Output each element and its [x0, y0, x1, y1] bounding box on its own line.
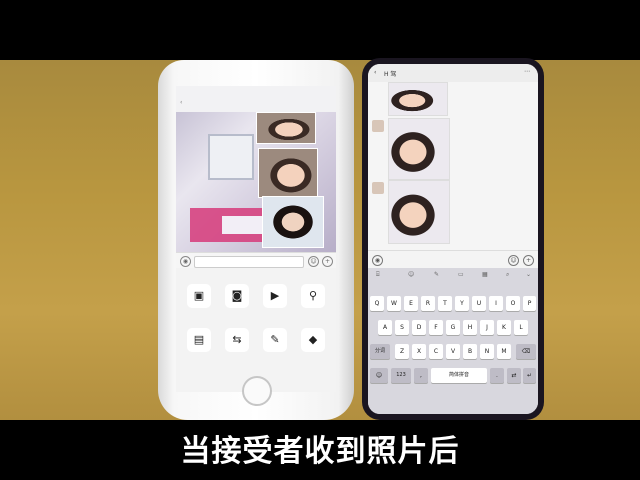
key[interactable]: N	[480, 344, 494, 359]
key[interactable]: T	[438, 296, 452, 311]
key[interactable]: O	[506, 296, 520, 311]
panel-tile[interactable]: ▤	[186, 328, 212, 354]
key[interactable]: I	[489, 296, 503, 311]
emoji-icon[interactable]: ☺	[308, 256, 319, 267]
photo-scene: ‹ ◉ ☺ + ▣ ◙ ▶ ⚲ ▤ ⇆ ✎ ◆ ‹ H 驾 ⋯ ◉ ☺ + ⌸ …	[0, 0, 640, 480]
plus-icon[interactable]: +	[322, 256, 333, 267]
video-call-icon: ▶	[263, 284, 287, 308]
camera-icon: ◙	[225, 284, 249, 308]
message-input[interactable]	[194, 256, 304, 268]
key[interactable]: D	[412, 320, 426, 335]
key[interactable]: A	[378, 320, 392, 335]
plus-icon[interactable]: +	[523, 255, 534, 266]
key[interactable]: Y	[455, 296, 469, 311]
kiosk-image	[208, 134, 254, 180]
enter-key[interactable]: ↵	[523, 368, 536, 383]
left-phone: ‹ ◉ ☺ + ▣ ◙ ▶ ⚲ ▤ ⇆ ✎ ◆	[158, 60, 354, 420]
key[interactable]: M	[497, 344, 511, 359]
woman-video-thumb[interactable]	[262, 196, 324, 248]
chat-title: H 驾	[384, 71, 397, 78]
language-key[interactable]: ⇄	[507, 368, 521, 383]
symbols-key[interactable]: ☺	[370, 368, 388, 383]
panel-tile[interactable]: ▣	[186, 284, 212, 310]
more-panel: ▣ ◙ ▶ ⚲ ▤ ⇆ ✎ ◆	[176, 268, 336, 392]
photo-icon: ▣	[187, 284, 211, 308]
menu-icon[interactable]: ⌸	[376, 271, 380, 279]
letterbox-top	[0, 0, 640, 60]
panel-tile[interactable]: ⚲	[300, 284, 326, 310]
location-icon: ⚲	[301, 284, 325, 308]
favorites-icon: ◆	[301, 328, 325, 352]
key[interactable]: W	[387, 296, 401, 311]
voice-input-icon: ✎	[263, 328, 287, 352]
key[interactable]: C	[429, 344, 443, 359]
clipboard-icon[interactable]: ▭	[458, 271, 464, 278]
numbers-key[interactable]: 123	[391, 368, 411, 383]
key[interactable]: Z	[395, 344, 409, 359]
comma-key[interactable]: ,	[414, 368, 428, 383]
wallet-icon: ▤	[187, 328, 211, 352]
key[interactable]: G	[446, 320, 460, 335]
more-icon[interactable]: ⋯	[524, 68, 530, 75]
right-phone: ‹ H 驾 ⋯ ◉ ☺ + ⌸ ☺ ✎ ▭ ▦ ⌕ ⌄ Q W E R T Y …	[362, 58, 544, 420]
voice-icon[interactable]: ◉	[180, 256, 191, 267]
key[interactable]: F	[429, 320, 443, 335]
key[interactable]: H	[463, 320, 477, 335]
key[interactable]: S	[395, 320, 409, 335]
input-bar: ◉ ☺ +	[176, 252, 336, 269]
chat-header: ‹	[176, 98, 336, 110]
input-bar: ◉ ☺ +	[368, 250, 538, 269]
transfer-icon: ⇆	[225, 328, 249, 352]
key[interactable]: Q	[370, 296, 384, 311]
panel-tile[interactable]: ✎	[262, 328, 288, 354]
panel-tile[interactable]: ⇆	[224, 328, 250, 354]
key[interactable]: P	[523, 296, 536, 311]
right-phone-screen: ‹ H 驾 ⋯ ◉ ☺ + ⌸ ☺ ✎ ▭ ▦ ⌕ ⌄ Q W E R T Y …	[368, 64, 538, 414]
emoji-icon[interactable]: ☺	[408, 271, 414, 278]
video-subtitle: 当接受者收到照片后	[180, 434, 460, 469]
backspace-key[interactable]: ⌫	[516, 344, 536, 359]
key[interactable]: V	[446, 344, 460, 359]
keyboard-toolbar: ⌸ ☺ ✎ ▭ ▦ ⌕ ⌄	[368, 268, 538, 282]
back-icon[interactable]: ‹	[180, 99, 182, 106]
baby-photo-thumb[interactable]	[256, 112, 316, 144]
baby-photo-message[interactable]	[388, 180, 450, 244]
panel-tile[interactable]: ◙	[224, 284, 250, 310]
white-panel-image	[222, 216, 264, 234]
emoji-icon[interactable]: ☺	[508, 255, 519, 266]
key[interactable]: L	[514, 320, 528, 335]
baby-photo-message[interactable]	[388, 118, 450, 180]
key[interactable]: X	[412, 344, 426, 359]
chat-area	[176, 112, 336, 252]
grid-icon[interactable]: ▦	[482, 271, 488, 278]
key[interactable]: U	[472, 296, 486, 311]
baby-photo-message[interactable]	[388, 82, 448, 116]
left-phone-screen: ‹ ◉ ☺ + ▣ ◙ ▶ ⚲ ▤ ⇆ ✎ ◆	[176, 86, 336, 392]
search-icon[interactable]: ⌕	[506, 271, 509, 279]
collapse-icon[interactable]: ⌄	[526, 271, 531, 278]
key[interactable]: R	[421, 296, 435, 311]
panel-tile[interactable]: ▶	[262, 284, 288, 310]
key[interactable]: B	[463, 344, 477, 359]
space-key[interactable]: 简体拼音	[431, 368, 487, 383]
edit-icon[interactable]: ✎	[434, 271, 439, 278]
shift-key[interactable]: 分词	[370, 344, 390, 359]
back-icon[interactable]: ‹	[374, 69, 376, 76]
status-bar	[180, 88, 332, 98]
chat-header: ‹ H 驾 ⋯	[368, 64, 538, 82]
key[interactable]: J	[480, 320, 494, 335]
avatar[interactable]	[372, 182, 384, 194]
period-key[interactable]: .	[490, 368, 504, 383]
key[interactable]: E	[404, 296, 418, 311]
avatar[interactable]	[372, 120, 384, 132]
home-button[interactable]	[242, 376, 272, 406]
keyboard: ⌸ ☺ ✎ ▭ ▦ ⌕ ⌄ Q W E R T Y U I O P A S D …	[368, 268, 538, 414]
key[interactable]: K	[497, 320, 511, 335]
panel-tile[interactable]: ◆	[300, 328, 326, 354]
baby-photo-thumb[interactable]	[258, 148, 318, 198]
voice-icon[interactable]: ◉	[372, 255, 383, 266]
